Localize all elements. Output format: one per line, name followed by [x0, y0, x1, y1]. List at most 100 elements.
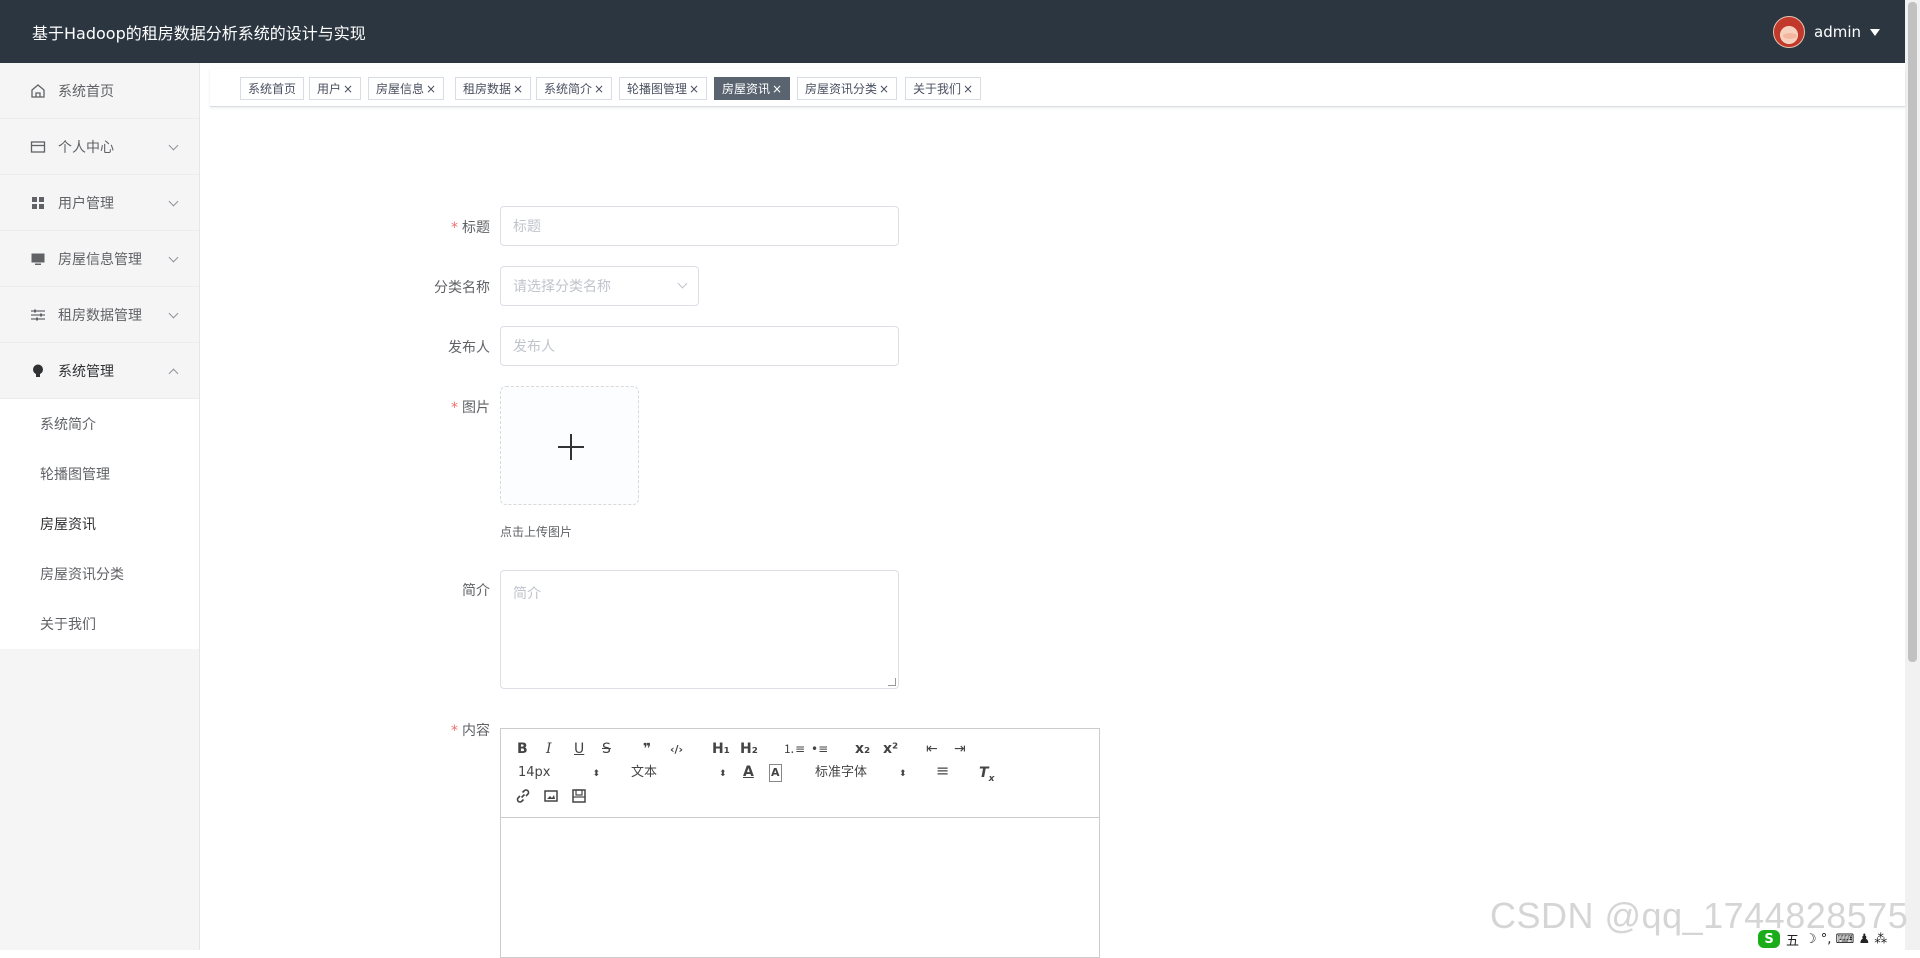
- tab-news[interactable]: 房屋资讯 ×: [714, 77, 791, 100]
- indent-button[interactable]: ⇥: [954, 741, 966, 757]
- close-icon[interactable]: ×: [513, 82, 523, 96]
- page-scrollbar[interactable]: [1905, 0, 1920, 950]
- tab-about[interactable]: 关于我们 ×: [905, 77, 982, 100]
- category-select[interactable]: 请选择分类名称: [500, 266, 699, 306]
- subscript-button[interactable]: x₂: [855, 741, 870, 757]
- category-label: 分类名称: [434, 280, 490, 296]
- sidebar-item-users[interactable]: 用户管理: [0, 175, 199, 231]
- tab-label: 关于我们: [913, 82, 962, 96]
- link-icon[interactable]: [515, 788, 531, 808]
- close-icon[interactable]: ×: [426, 82, 436, 96]
- intro-textarea[interactable]: 简介: [500, 570, 899, 689]
- tab-label: 房屋资讯: [722, 82, 771, 96]
- user-menu[interactable]: admin: [1773, 15, 1905, 48]
- scrollbar-thumb[interactable]: [1908, 2, 1917, 662]
- username[interactable]: admin: [1814, 23, 1861, 41]
- header-select[interactable]: 文本 ⬍: [631, 765, 727, 782]
- sidebar-item-personal[interactable]: 个人中心: [0, 119, 199, 175]
- video-icon[interactable]: [571, 788, 587, 808]
- code-button[interactable]: ‹/›: [670, 742, 683, 758]
- sidebar-item-label: 用户管理: [58, 195, 114, 212]
- sliders-icon: [30, 307, 46, 323]
- content-editor: B I U S ❞ ‹/› H₁ H₂ ⒈≡ •≡ x₂ x² ⇤ ⇥ 14px…: [500, 728, 1100, 958]
- tab-system-intro[interactable]: 系统简介 ×: [536, 77, 613, 100]
- publisher-input[interactable]: 发布人: [500, 326, 899, 366]
- size-value: 14px: [518, 765, 551, 780]
- image-upload[interactable]: [500, 386, 639, 505]
- tab-carousel[interactable]: 轮播图管理 ×: [619, 77, 708, 100]
- ime-mode[interactable]: 五: [1786, 930, 1799, 949]
- outdent-button[interactable]: ⇤: [926, 741, 938, 757]
- close-icon[interactable]: ×: [879, 82, 889, 96]
- font-color-icon[interactable]: A: [743, 764, 754, 780]
- sidebar-item-house-info[interactable]: 房屋信息管理: [0, 231, 199, 287]
- font-select[interactable]: 标准字体 ⬍: [815, 765, 907, 782]
- chevron-down-icon: [168, 196, 179, 207]
- intro-label: 简介: [462, 583, 490, 599]
- title-placeholder: 标题: [513, 219, 541, 235]
- chevron-down-icon: [168, 252, 179, 263]
- sidebar-item-home[interactable]: 系统首页: [0, 63, 199, 119]
- required-mark: *: [451, 723, 458, 739]
- category-placeholder: 请选择分类名称: [513, 279, 611, 295]
- close-icon[interactable]: ×: [772, 82, 782, 96]
- background-color-icon[interactable]: A: [769, 764, 782, 782]
- tab-users[interactable]: 用户 ×: [309, 77, 362, 100]
- select-arrows-icon: ⬍: [719, 769, 727, 779]
- ime-tray-items[interactable]: ☽ °, ⌨ ♟ ⁂: [1805, 932, 1887, 947]
- submenu-item-about[interactable]: 关于我们: [0, 599, 199, 649]
- h1-button[interactable]: H₁: [712, 741, 730, 757]
- sidebar-item-label: 系统首页: [58, 83, 114, 100]
- submenu-item-news[interactable]: 房屋资讯: [0, 499, 199, 549]
- caret-down-icon[interactable]: [1870, 29, 1880, 36]
- tab-rental-data[interactable]: 租房数据 ×: [455, 77, 532, 100]
- submenu-item-news-category[interactable]: 房屋资讯分类: [0, 549, 199, 599]
- submenu-item-carousel[interactable]: 轮播图管理: [0, 449, 199, 499]
- bullet-list-button[interactable]: •≡: [811, 741, 828, 757]
- select-arrows-icon: ⬍: [592, 769, 601, 779]
- image-label: * 图片: [370, 397, 490, 417]
- quote-button[interactable]: ❞: [643, 741, 651, 757]
- size-select[interactable]: 14px ⬍: [518, 765, 600, 782]
- sidebar-item-rental-data[interactable]: 租房数据管理: [0, 287, 199, 343]
- sidebar: 系统首页 个人中心 用户管理 房屋信息管理 租房数据管理 系统管理 系统简介 轮…: [0, 63, 200, 950]
- ime-tray: S 五 ☽ °, ⌨ ♟ ⁂: [1755, 928, 1891, 950]
- italic-button[interactable]: I: [546, 741, 552, 757]
- close-icon[interactable]: ×: [594, 82, 604, 96]
- editor-content-area[interactable]: [501, 818, 1099, 958]
- app-title: 基于Hadoop的租房数据分析系统的设计与实现: [32, 23, 366, 43]
- label-text: 图片: [462, 400, 490, 416]
- title-input[interactable]: 标题: [500, 206, 899, 246]
- close-icon[interactable]: ×: [689, 82, 699, 96]
- sidebar-item-system[interactable]: 系统管理: [0, 343, 199, 399]
- submenu-item-intro[interactable]: 系统简介: [0, 399, 199, 449]
- tab-label: 系统首页: [248, 82, 297, 96]
- close-icon[interactable]: ×: [963, 82, 973, 96]
- font-value: 标准字体: [815, 765, 868, 780]
- ime-logo-icon[interactable]: S: [1758, 930, 1780, 948]
- clean-format-button[interactable]: Tx: [979, 765, 994, 787]
- bold-button[interactable]: B: [517, 741, 528, 757]
- tab-home[interactable]: 系统首页: [240, 77, 305, 100]
- ordered-list-button[interactable]: ⒈≡: [783, 741, 805, 757]
- superscript-button[interactable]: x²: [883, 741, 898, 757]
- label-text: 内容: [462, 723, 490, 739]
- upload-hint: 点击上传图片: [500, 525, 573, 539]
- underline-button[interactable]: U: [574, 741, 584, 757]
- card-icon: [30, 139, 46, 155]
- strike-button[interactable]: S: [602, 741, 611, 757]
- sidebar-item-label: 房屋信息管理: [58, 251, 142, 268]
- tab-label: 轮播图管理: [627, 82, 688, 96]
- h2-button[interactable]: H₂: [740, 741, 758, 757]
- monitor-icon: [30, 251, 46, 267]
- align-icon[interactable]: ≡: [936, 763, 949, 779]
- avatar[interactable]: [1773, 15, 1805, 48]
- close-icon[interactable]: ×: [343, 82, 353, 96]
- tab-house-info[interactable]: 房屋信息 ×: [368, 77, 445, 100]
- tab-news-category[interactable]: 房屋资讯分类 ×: [797, 77, 898, 100]
- resize-handle-icon[interactable]: [888, 678, 896, 686]
- image-icon[interactable]: [543, 788, 559, 808]
- grid-icon: [30, 195, 46, 211]
- chevron-down-icon: [168, 308, 179, 319]
- intro-placeholder: 简介: [513, 586, 541, 602]
